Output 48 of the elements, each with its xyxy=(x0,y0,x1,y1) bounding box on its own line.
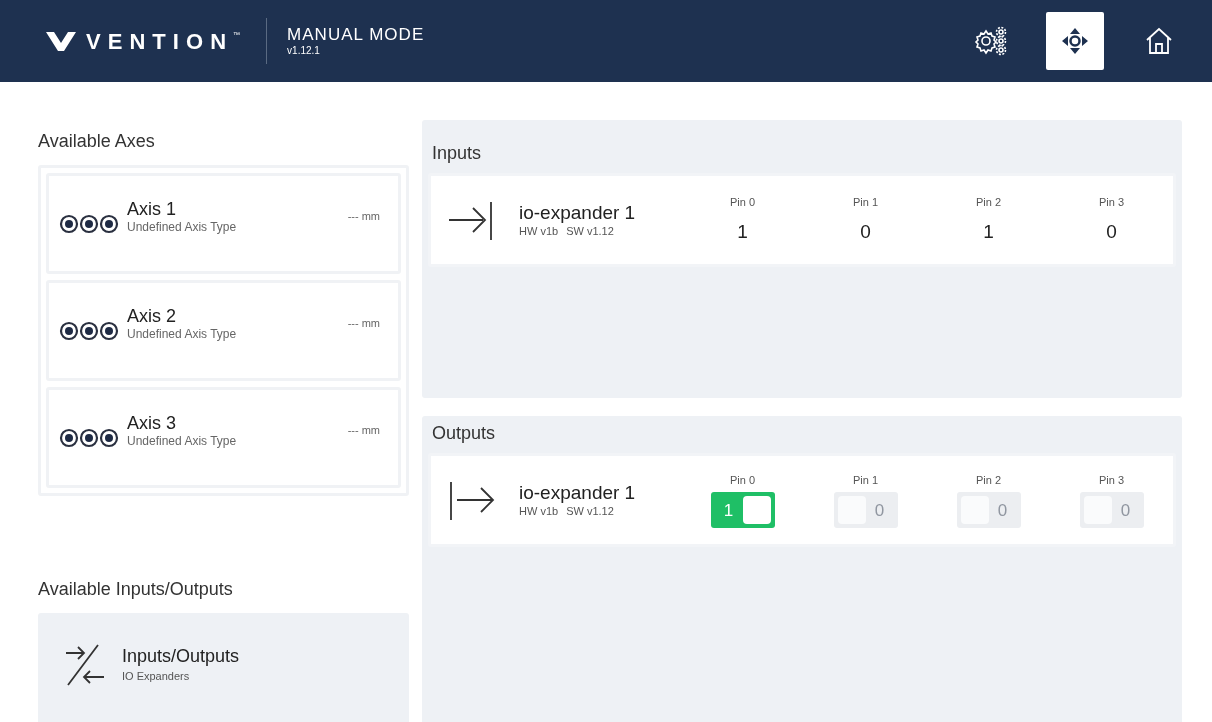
three-circles-icon xyxy=(59,320,119,341)
pin-label: Pin 2 xyxy=(975,194,1002,210)
axis-name: Axis 1 xyxy=(127,197,178,221)
axis-type: Undefined Axis Type xyxy=(127,434,237,450)
section-heading: Available Inputs/Outputs xyxy=(38,578,234,601)
home-icon xyxy=(1144,26,1174,56)
section-heading: Outputs xyxy=(431,422,497,445)
axis-card[interactable]: Axis 3 Undefined Axis Type --- mm xyxy=(46,387,401,488)
move-arrows-icon xyxy=(1060,26,1090,56)
axis-name: Axis 3 xyxy=(127,411,178,435)
brand-name: VENTION xyxy=(86,27,234,56)
three-circles-icon xyxy=(59,213,119,234)
device-name: io-expander 1 xyxy=(519,201,637,225)
device-name: io-expander 1 xyxy=(519,481,637,505)
software-version: SW v1.12 xyxy=(566,225,614,239)
software-version: SW v1.12 xyxy=(566,505,614,519)
axis-type: Undefined Axis Type xyxy=(127,220,237,236)
axis-position: --- mm xyxy=(347,316,380,332)
axis-type: Undefined Axis Type xyxy=(127,327,237,343)
axis-card[interactable]: Axis 1 Undefined Axis Type --- mm xyxy=(46,173,401,274)
pin-value: 0 xyxy=(1106,220,1117,244)
pin-label: Pin 0 xyxy=(729,194,756,210)
axis-position: --- mm xyxy=(347,423,380,439)
nav-button[interactable] xyxy=(1046,12,1104,70)
axis-name: Axis 2 xyxy=(127,304,178,328)
gears-icon xyxy=(974,25,1008,57)
pin-label: Pin 3 xyxy=(1098,472,1125,488)
section-heading: Available Axes xyxy=(38,130,156,153)
version-label: v1.12.1 xyxy=(287,45,321,58)
axis-position: --- mm xyxy=(347,209,380,225)
pin-label: Pin 0 xyxy=(729,472,756,488)
pin-label: Pin 2 xyxy=(975,472,1002,488)
hardware-version: HW v1b xyxy=(519,505,559,519)
mode-title: MANUAL MODE xyxy=(287,24,425,46)
logo-icon xyxy=(46,30,76,52)
three-circles-icon xyxy=(59,427,119,448)
pin-value: 0 xyxy=(860,220,871,244)
hardware-version: HW v1b xyxy=(519,225,559,239)
pin-value: 1 xyxy=(983,220,994,244)
section-heading: Inputs xyxy=(431,142,483,165)
io-card[interactable]: Inputs/Outputs IO Expanders xyxy=(38,613,409,722)
io-subtitle: IO Expanders xyxy=(122,668,191,684)
pin-label: Pin 1 xyxy=(852,472,879,488)
io-title: Inputs/Outputs xyxy=(122,645,240,668)
pin-label: Pin 3 xyxy=(1098,194,1125,210)
axis-card[interactable]: Axis 2 Undefined Axis Type --- mm xyxy=(46,280,401,381)
pin-label: Pin 1 xyxy=(852,194,879,210)
pin-value: 1 xyxy=(737,220,748,244)
